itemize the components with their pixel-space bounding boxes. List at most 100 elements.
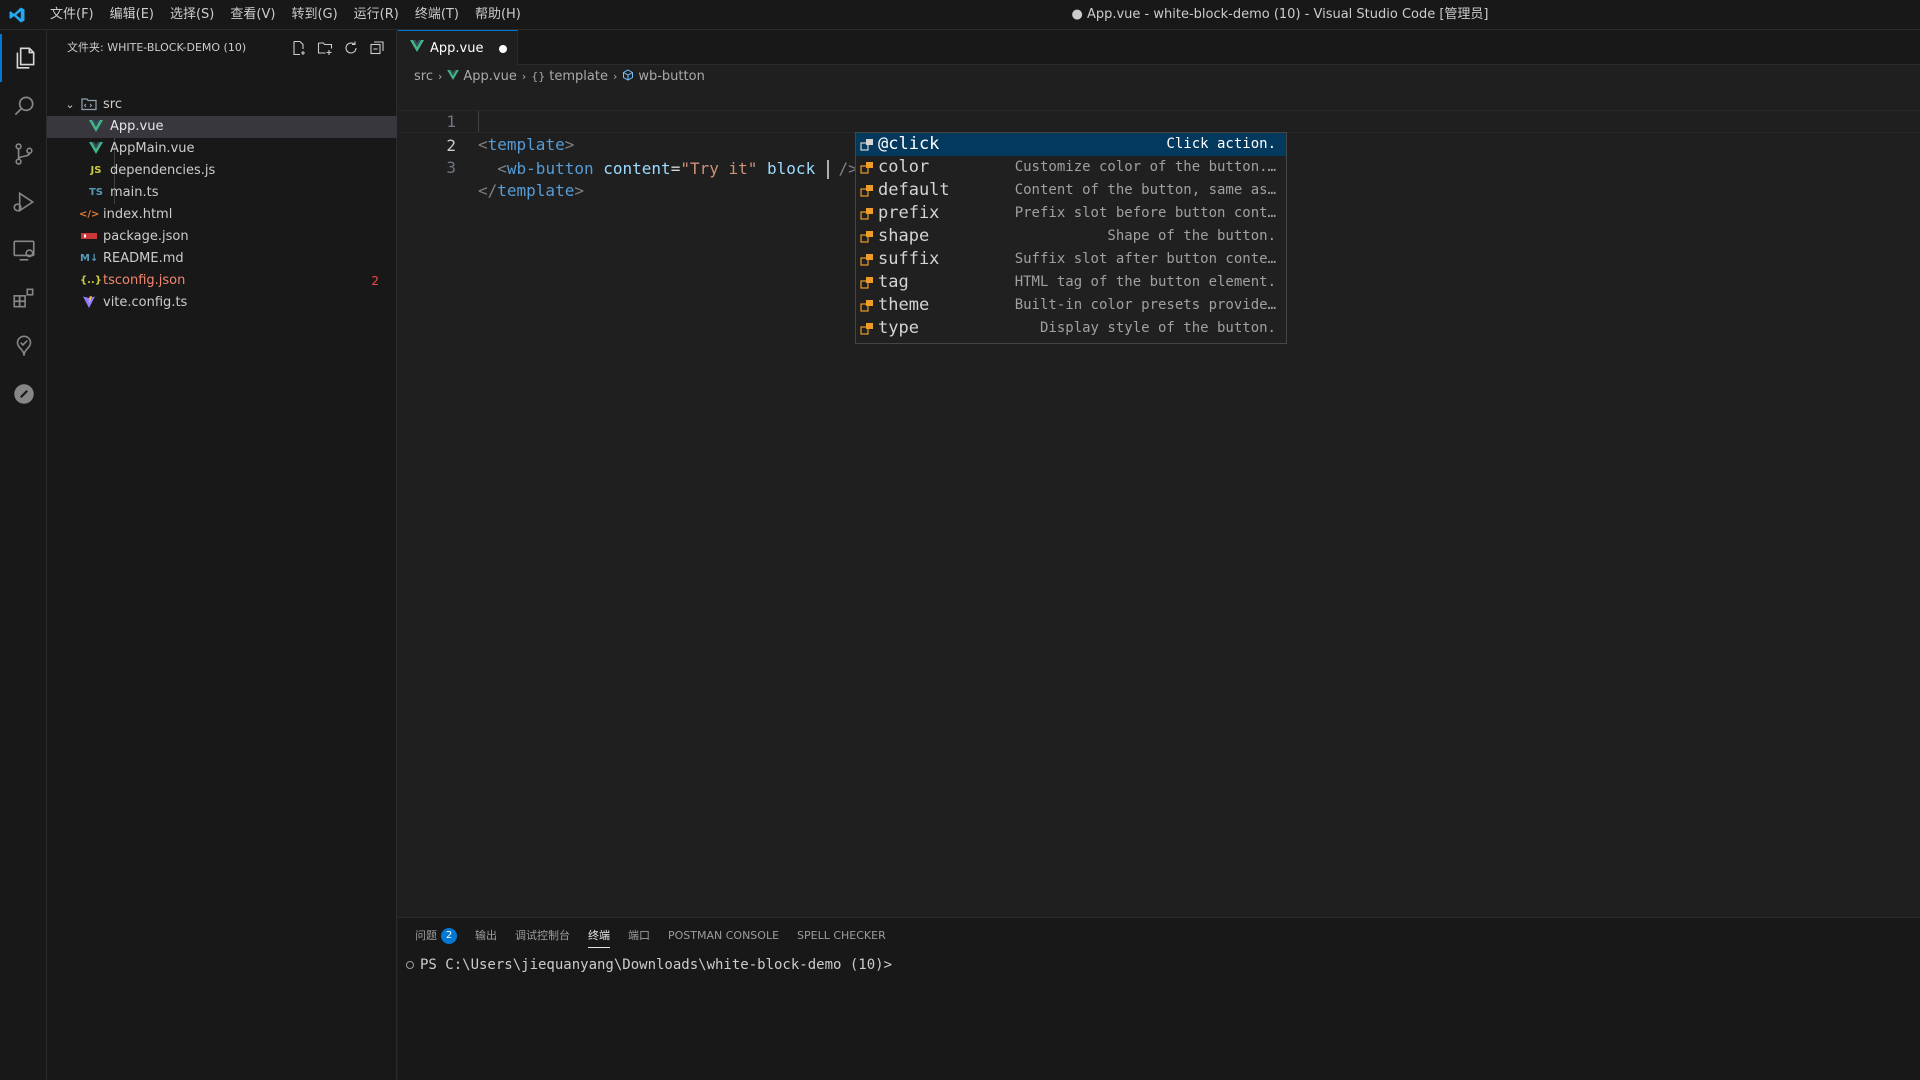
breadcrumb-template[interactable]: template (549, 69, 608, 84)
new-folder-icon[interactable] (315, 38, 335, 58)
text-cursor (826, 160, 829, 179)
suggest-label: color (878, 157, 930, 177)
suggest-item-shape[interactable]: shape Shape of the button. (856, 225, 1286, 248)
suggest-description: Built-in color presets provide… (1014, 297, 1276, 313)
suggest-item-prefix[interactable]: prefix Prefix slot before button cont… (856, 202, 1286, 225)
menu-selection[interactable]: 选择(S) (162, 0, 222, 30)
vscode-logo-icon (9, 7, 25, 23)
postman-icon[interactable] (0, 370, 47, 418)
menu-terminal[interactable]: 终端(T) (407, 0, 467, 30)
menu-view[interactable]: 查看(V) (222, 0, 283, 30)
remote-explorer-icon[interactable] (0, 226, 47, 274)
tree-item-index-html[interactable]: </> index.html (47, 204, 397, 226)
menu-go[interactable]: 转到(G) (283, 0, 345, 30)
tree-item-src[interactable]: ⌄ src (47, 94, 397, 116)
terminal-output[interactable]: PS C:\Users\jiequanyang\Downloads\white-… (406, 954, 892, 976)
tab-label: App.vue (430, 41, 484, 56)
panel-tabs: 问题 2 输出 调试控制台 终端 端口 POSTMAN CONSOLE SPELL… (398, 918, 895, 954)
tab-terminal[interactable]: 终端 (579, 918, 619, 954)
testing-icon[interactable] (0, 322, 47, 370)
breadcrumb-element[interactable]: wb-button (638, 69, 704, 84)
menu-file[interactable]: 文件(F) (42, 0, 102, 30)
explorer-actions (289, 38, 387, 58)
suggest-item-default[interactable]: default Content of the button, same as… (856, 179, 1286, 202)
property-icon (860, 231, 873, 243)
suggest-item-tag[interactable]: tag HTML tag of the button element. (856, 271, 1286, 294)
tree-item-tsconfig-json[interactable]: {..} tsconfig.json 2 (47, 270, 397, 292)
vue-icon (87, 116, 105, 138)
tree-item-appmain-vue[interactable]: AppMain.vue (47, 138, 397, 160)
braces-icon: {} (531, 69, 546, 83)
search-icon[interactable] (0, 82, 47, 130)
property-icon (860, 277, 873, 289)
menu-run[interactable]: 运行(R) (346, 0, 407, 30)
tree-item-label: App.vue (110, 119, 164, 134)
tab-postman-console[interactable]: POSTMAN CONSOLE (659, 918, 788, 954)
chevron-right-icon: › (521, 69, 527, 83)
element-cube-icon (622, 68, 634, 84)
property-icon (860, 208, 873, 220)
suggest-label: suffix (878, 249, 940, 269)
new-file-icon[interactable] (289, 38, 309, 58)
property-icon (860, 162, 873, 174)
tree-item-package-json[interactable]: package.json (47, 226, 397, 248)
vue-icon (447, 69, 460, 83)
tab-ports[interactable]: 端口 (619, 918, 659, 954)
suggest-label: type (878, 318, 919, 338)
breadcrumb-src[interactable]: src (414, 69, 433, 84)
breadcrumb-file[interactable]: App.vue (463, 69, 516, 84)
tree-item-vite-config-ts[interactable]: vite.config.ts (47, 292, 397, 314)
suggest-description: Display style of the button. (1039, 320, 1276, 336)
suggest-label: tag (878, 272, 909, 292)
extensions-icon[interactable] (0, 274, 47, 322)
tab-spell-checker[interactable]: SPELL CHECKER (788, 918, 895, 954)
suggest-label: default (878, 180, 950, 200)
tab-debug-console[interactable]: 调试控制台 (506, 918, 579, 954)
property-icon (860, 300, 873, 312)
tree-item-label: vite.config.ts (103, 295, 188, 310)
unsaved-dot-icon[interactable] (499, 45, 507, 53)
tree-item-app-vue[interactable]: App.vue (47, 116, 397, 138)
property-icon (860, 323, 873, 335)
folder-src-icon (80, 94, 98, 116)
terminal-prompt: PS C:\Users\jiequanyang\Downloads\white-… (420, 957, 893, 973)
chevron-down-icon: ⌄ (65, 98, 75, 111)
vue-icon (87, 138, 105, 160)
ts-icon: TS (88, 187, 104, 198)
suggest-item-click[interactable]: @click Click action. (856, 133, 1286, 156)
window-title: ● App.vue - white-block-demo (10) - Visu… (1071, 7, 1489, 22)
explorer-icon[interactable] (0, 34, 47, 82)
suggest-label: prefix (878, 203, 940, 223)
explorer-sidebar: 文件夹: WHITE-BLOCK-DEMO (10) ⌄ src App.vue… (47, 30, 397, 1080)
activity-bar (0, 30, 47, 1080)
suggest-item-suffix[interactable]: suffix Suffix slot after button conte… (856, 248, 1286, 271)
tree-item-main-ts[interactable]: TS main.ts (47, 182, 397, 204)
collapse-all-icon[interactable] (367, 38, 387, 58)
tree-item-dependencies-js[interactable]: JS dependencies.js (47, 160, 397, 182)
suggest-widget: @click Click action. color Customize col… (855, 132, 1287, 344)
suggest-description: Click action. (1166, 136, 1276, 152)
suggest-label: theme (878, 295, 930, 315)
suggest-description: Shape of the button. (1107, 228, 1276, 244)
bottom-panel: 问题 2 输出 调试控制台 终端 端口 POSTMAN CONSOLE SPELL… (398, 917, 1920, 1080)
suggest-item-type[interactable]: type Display style of the button. (856, 317, 1286, 340)
tree-item-label: AppMain.vue (110, 141, 195, 156)
tree-item-readme-md[interactable]: M↓ README.md (47, 248, 397, 270)
explorer-header: 文件夹: WHITE-BLOCK-DEMO (10) (47, 30, 397, 66)
menu-edit[interactable]: 编辑(E) (102, 0, 162, 30)
property-icon (860, 139, 873, 151)
menu-help[interactable]: 帮助(H) (467, 0, 529, 30)
problems-badge: 2 (441, 928, 457, 944)
refresh-icon[interactable] (341, 38, 361, 58)
tab-app-vue[interactable]: App.vue (398, 30, 518, 65)
suggest-item-color[interactable]: color Customize color of the button.… (856, 156, 1286, 179)
markdown-icon: M↓ (80, 253, 99, 264)
source-control-icon[interactable] (0, 130, 47, 178)
tree-item-label: dependencies.js (110, 163, 216, 178)
run-debug-icon[interactable] (0, 178, 47, 226)
tab-problems[interactable]: 问题 2 (406, 918, 466, 954)
suggest-item-theme[interactable]: theme Built-in color presets provide… (856, 294, 1286, 317)
breadcrumb: src › App.vue › {} template › wb-button (398, 65, 1920, 87)
tab-output[interactable]: 输出 (466, 918, 506, 954)
json-icon: {..} (80, 275, 102, 286)
